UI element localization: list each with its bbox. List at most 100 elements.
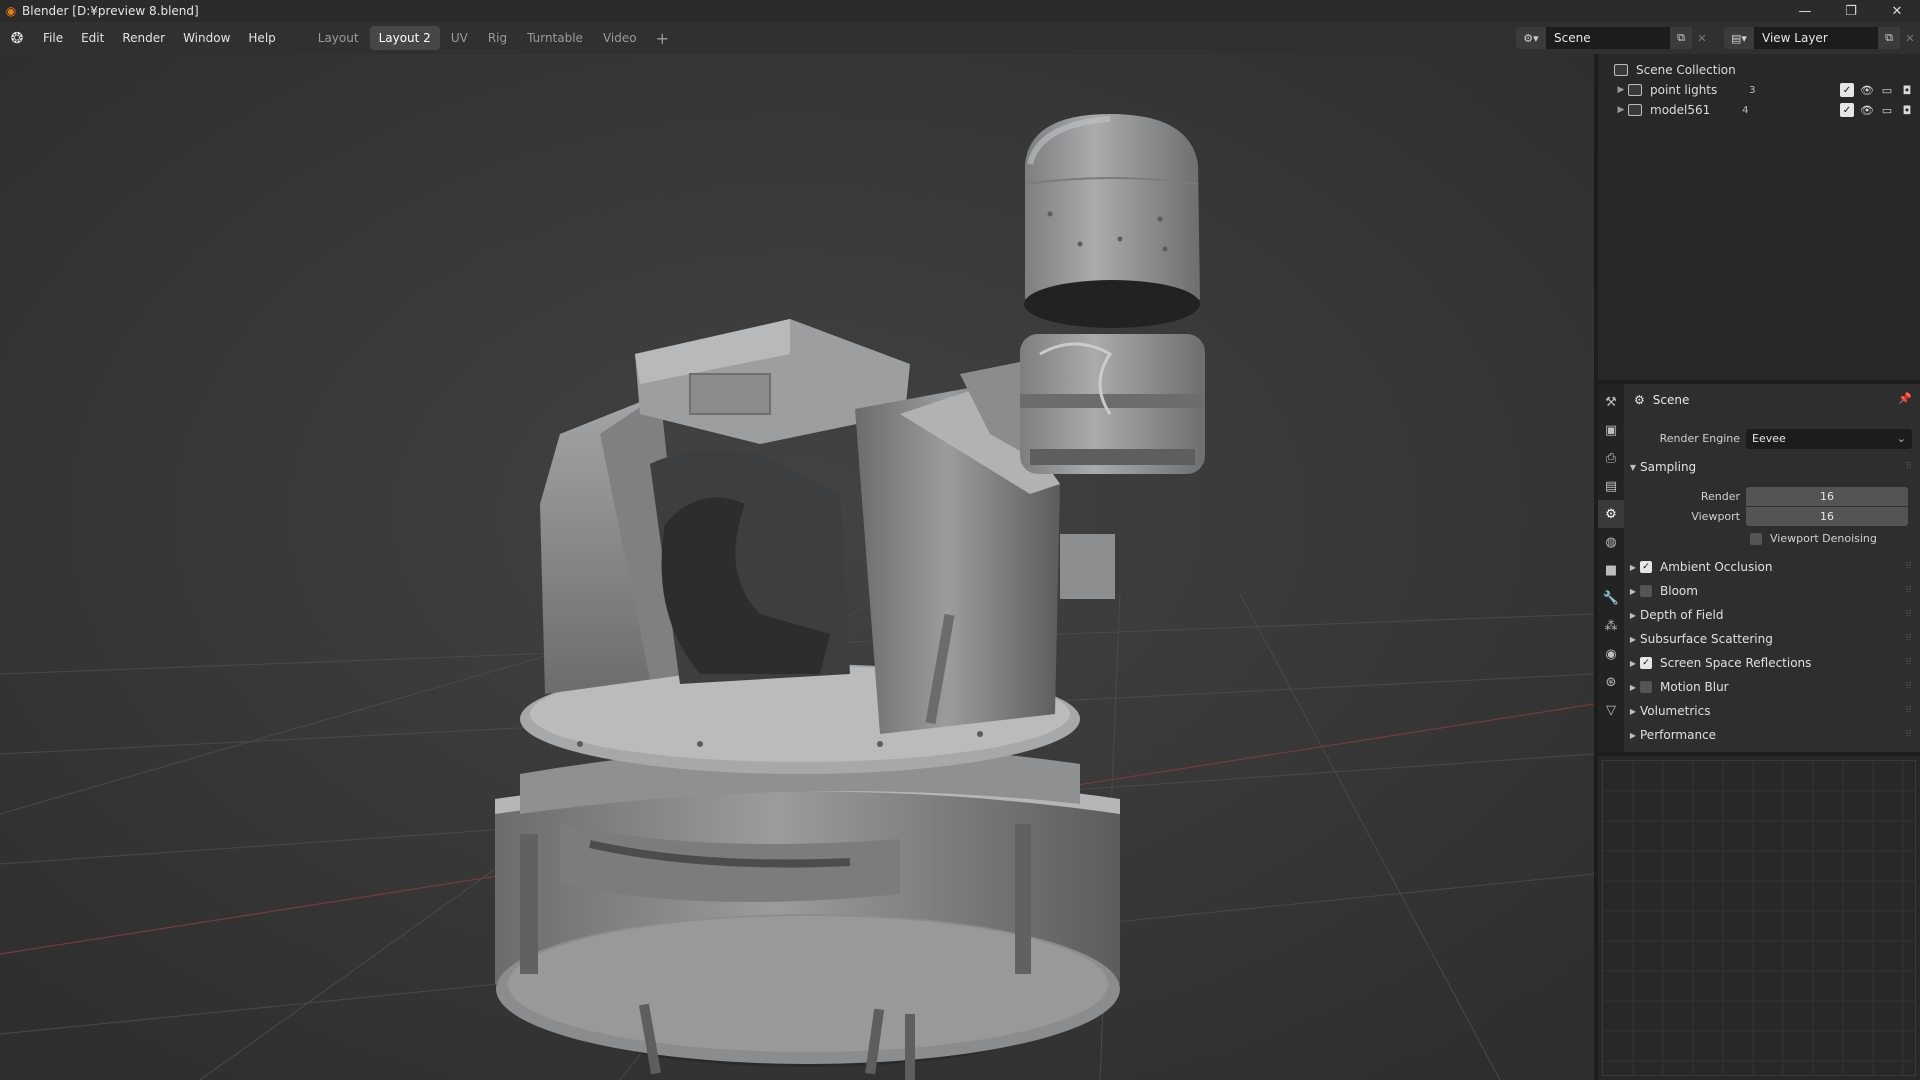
modifier-tab-icon[interactable]: 🔧 [1598,584,1624,612]
blender-menu-icon[interactable]: ❂ [0,22,34,54]
tab-turntable[interactable]: Turntable [518,26,592,50]
drag-handle-icon[interactable]: ⠿ [1905,610,1912,620]
panel-volumetrics[interactable]: ▶ Volumetrics ⠿ [1626,699,1916,723]
close-button[interactable]: ✕ [1874,0,1920,22]
menu-render[interactable]: Render [113,26,174,50]
pin-icon[interactable]: 📌 [1898,392,1912,405]
3d-viewport[interactable] [0,54,1594,1080]
view-layer-browse-icon[interactable]: ▤▾ [1724,27,1754,49]
data-tab-icon[interactable]: ▽ [1598,696,1624,724]
render-engine-label: Render Engine [1659,432,1740,445]
drag-handle-icon[interactable]: ⠿ [1905,706,1912,716]
tab-layout-2[interactable]: Layout 2 [369,26,440,50]
drag-handle-icon[interactable]: ⠿ [1905,462,1912,472]
scene-tab-icon[interactable]: ⚙ [1598,500,1624,528]
panel-ambient-occlusion[interactable]: ▶ ✓ Ambient Occlusion ⠿ [1626,555,1916,579]
workspace-tabs: Layout Layout 2 UV Rig Turntable Video + [309,26,677,50]
scene-name-field[interactable]: Scene [1546,27,1670,49]
expand-arrow-icon[interactable]: ▶ [1614,85,1628,95]
panel-motion-blur[interactable]: ▶ Motion Blur ⠿ [1626,675,1916,699]
panel-bloom[interactable]: ▶ Bloom ⠿ [1626,579,1916,603]
checkbox-icon[interactable]: ✓ [1640,657,1652,669]
panel-collapsed-icon: ▶ [1629,610,1637,620]
scene-icon: ⚙ [1634,393,1645,407]
view-layer-name-field[interactable]: View Layer [1754,27,1878,49]
drag-handle-icon[interactable]: ⠿ [1905,562,1912,572]
eye-icon[interactable]: 👁 [1860,83,1874,97]
monitor-icon[interactable]: ▭ [1880,83,1894,97]
menu-edit[interactable]: Edit [72,26,113,50]
output-tab-icon[interactable]: ⎙ [1598,444,1624,472]
exclude-checkbox-icon[interactable]: ✓ [1840,103,1854,117]
exclude-checkbox-icon[interactable]: ✓ [1840,83,1854,97]
physics-tab-icon[interactable]: ◉ [1598,640,1624,668]
checkbox-icon[interactable]: ✓ [1640,561,1652,573]
panel-collapsed-icon: ▶ [1629,586,1637,596]
menu-help[interactable]: Help [239,26,284,50]
panel-collapsed-icon: ▶ [1629,706,1637,716]
checkbox-icon[interactable] [1640,585,1652,597]
drag-handle-icon[interactable]: ⠿ [1905,634,1912,644]
tool-tab-icon[interactable]: ⚒ [1598,388,1624,416]
bottom-editor[interactable] [1598,756,1920,1080]
tab-rig[interactable]: Rig [479,26,516,50]
panel-title: Sampling [1640,460,1697,474]
viewport-denoising-toggle[interactable]: Viewport Denoising [1750,532,1877,545]
window-controls: — ❐ ✕ [1782,0,1920,22]
minimize-button[interactable]: — [1782,0,1828,22]
delete-scene-icon[interactable]: ✕ [1692,27,1712,49]
samples-viewport-field[interactable]: 16 [1746,507,1908,526]
scene-collection-label: Scene Collection [1636,63,1736,77]
topbar-right: ⚙▾ Scene ⧉ ✕ ▤▾ View Layer ⧉ ✕ [1516,22,1920,54]
panel-collapsed-icon: ▶ [1629,682,1637,692]
panel-sampling[interactable]: ▼ Sampling ⠿ [1626,455,1916,479]
outliner-item-label: model561 [1650,103,1711,117]
checkbox-icon[interactable] [1750,532,1762,545]
window-title: Blender [D:¥preview 8.blend] [22,4,199,18]
panel-title: Depth of Field [1640,608,1724,622]
camera-icon[interactable]: ◘ [1900,83,1914,97]
constraints-tab-icon[interactable]: ⊛ [1598,668,1624,696]
eye-icon[interactable]: 👁 [1860,103,1874,117]
tab-uv[interactable]: UV [442,26,477,50]
panel-performance[interactable]: ▶ Performance ⠿ [1626,723,1916,747]
new-view-layer-icon[interactable]: ⧉ [1878,27,1900,49]
new-scene-icon[interactable]: ⧉ [1670,27,1692,49]
outliner-item-model561[interactable]: ▶ model561 4 ✓ 👁 ▭ ◘ [1598,100,1920,120]
delete-view-layer-icon[interactable]: ✕ [1900,27,1920,49]
scene-browse-icon[interactable]: ⚙▾ [1516,27,1546,49]
panel-screen-space-reflections[interactable]: ▶ ✓ Screen Space Reflections ⠿ [1626,651,1916,675]
drag-handle-icon[interactable]: ⠿ [1905,586,1912,596]
restore-button[interactable]: ❐ [1828,0,1874,22]
render-tab-icon[interactable]: ▣ [1598,416,1624,444]
outliner-item-point-lights[interactable]: ▶ point lights 3 ✓ 👁 ▭ ◘ [1598,80,1920,100]
samples-viewport-label: Viewport [1691,510,1740,523]
scene-collection-icon [1614,64,1628,76]
title-bar: ◉ Blender [D:¥preview 8.blend] — ❐ ✕ [0,0,1920,22]
panel-subsurface-scattering[interactable]: ▶ Subsurface Scattering ⠿ [1626,627,1916,651]
outliner-scene-collection[interactable]: Scene Collection [1598,60,1920,80]
blender-logo-icon: ◉ [5,4,17,18]
menu-file[interactable]: File [34,26,72,50]
drag-handle-icon[interactable]: ⠿ [1905,658,1912,668]
expand-arrow-icon[interactable]: ▶ [1614,105,1628,115]
add-workspace-button[interactable]: + [648,29,677,48]
menu-window[interactable]: Window [174,26,239,50]
samples-render-field[interactable]: 16 [1746,487,1908,506]
view-layer-tab-icon[interactable]: ▤ [1598,472,1624,500]
drag-handle-icon[interactable]: ⠿ [1905,730,1912,740]
render-engine-dropdown[interactable]: Eevee ⌄ [1746,429,1912,449]
tab-layout[interactable]: Layout [309,26,368,50]
checkbox-icon[interactable] [1640,681,1652,693]
object-tab-icon[interactable]: ■ [1598,556,1624,584]
tab-video[interactable]: Video [594,26,646,50]
outliner[interactable]: Scene Collection ▶ point lights 3 ✓ 👁 ▭ … [1598,54,1920,380]
outliner-item-label: point lights [1650,83,1718,97]
monitor-icon[interactable]: ▭ [1880,103,1894,117]
particles-tab-icon[interactable]: ⁂ [1598,612,1624,640]
world-tab-icon[interactable]: ◍ [1598,528,1624,556]
render-engine-value: Eevee [1752,432,1786,445]
camera-icon[interactable]: ◘ [1900,103,1914,117]
panel-depth-of-field[interactable]: ▶ Depth of Field ⠿ [1626,603,1916,627]
drag-handle-icon[interactable]: ⠿ [1905,682,1912,692]
